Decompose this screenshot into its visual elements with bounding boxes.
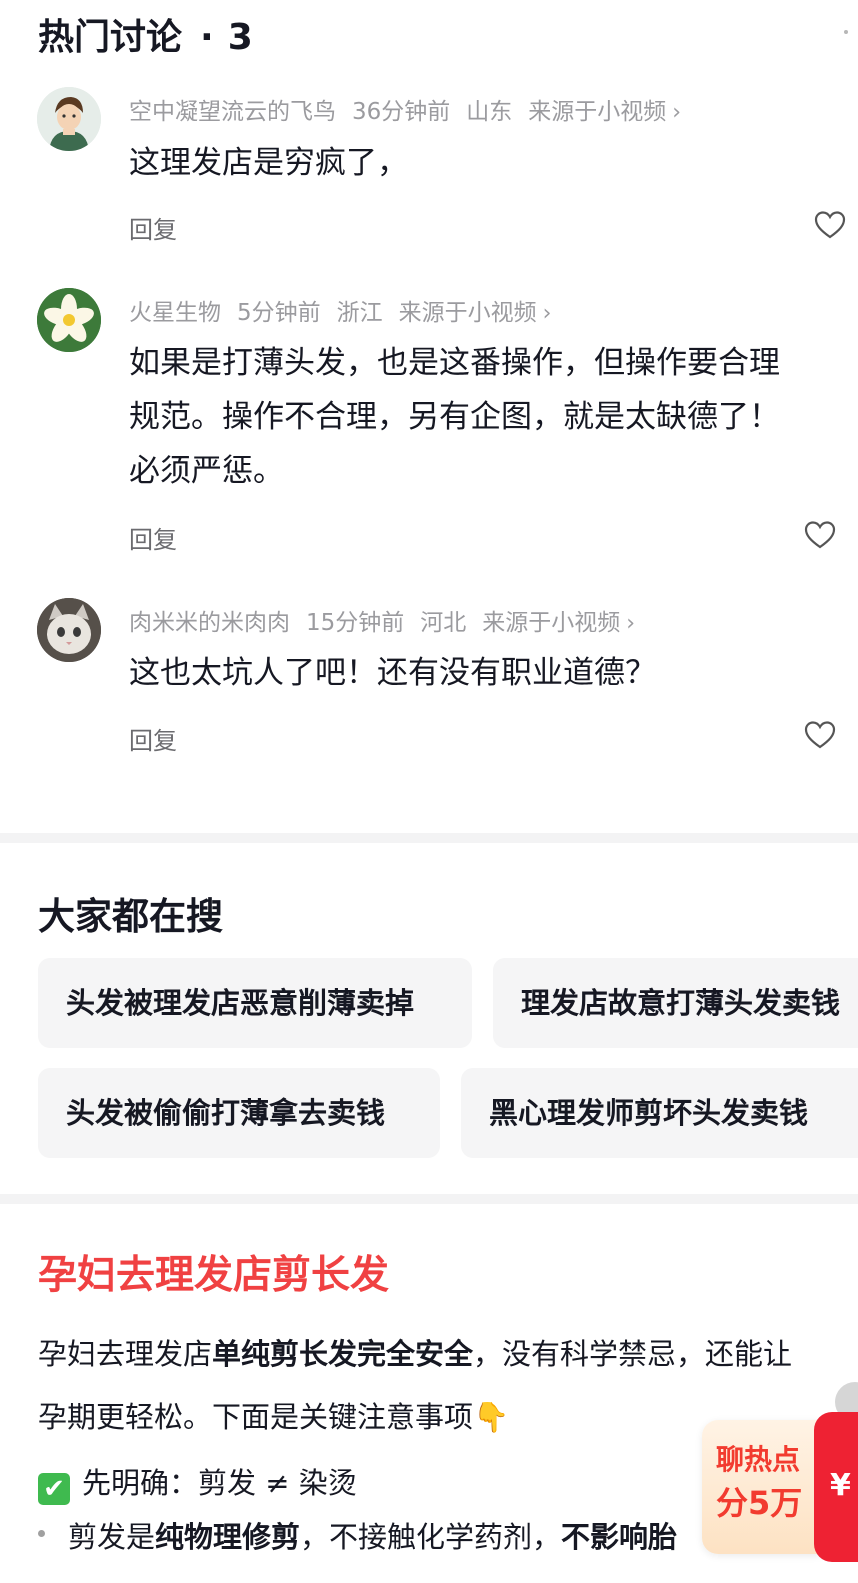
user-avatar[interactable] xyxy=(37,288,101,352)
reply-button[interactable]: 回复 xyxy=(129,520,177,555)
comment-line: 这理发店是穷疯了， xyxy=(129,145,408,181)
hot-discussion-label: 热门讨论 xyxy=(38,17,183,58)
hot-discussion-title: 热门讨论 · 3 xyxy=(38,8,253,60)
article-text: 剪发是 xyxy=(68,1520,156,1554)
comment-location: 浙江 xyxy=(336,300,383,326)
search-chip[interactable]: 头发被偷偷打薄拿去卖钱 xyxy=(38,1068,440,1158)
heart-icon[interactable] xyxy=(814,210,846,240)
article-paragraph: 孕期更轻松。下面是关键注意事项👇 xyxy=(38,1394,509,1436)
trending-search-title: 大家都在搜 xyxy=(38,895,223,938)
search-chip[interactable]: 理发店故意打薄头发卖钱 xyxy=(493,958,858,1048)
comment-time: 5分钟前 xyxy=(237,300,321,326)
chevron-right-icon[interactable]: › xyxy=(672,100,681,125)
hot-topic-reward-badge[interactable]: 聊热点 分5万 ¥ xyxy=(702,1412,858,1562)
chevron-right-icon[interactable]: › xyxy=(626,611,635,636)
article-paragraph: 剪发是纯物理修剪，不接触化学药剂，不影响胎 xyxy=(68,1514,677,1556)
article-text: ，没有科学禁忌，还能让 xyxy=(473,1337,793,1371)
flower-icon xyxy=(37,288,101,352)
chevron-right-icon[interactable]: › xyxy=(543,301,552,326)
check-mark-icon: ✔ xyxy=(38,1473,70,1505)
source-link[interactable]: 来源于小视频 xyxy=(528,99,666,125)
section-divider xyxy=(0,833,858,843)
comment-meta: 肉米米的米肉肉 15分钟前 河北 来源于小视频 › xyxy=(129,603,651,637)
heart-icon[interactable] xyxy=(804,720,836,750)
comment-meta: 空中凝望流云的飞鸟 36分钟前 山东 来源于小视频 › xyxy=(129,92,697,126)
username[interactable]: 火星生物 xyxy=(129,300,221,326)
yen-icon: ¥ xyxy=(830,1468,851,1503)
search-chip[interactable]: 黑心理发师剪坏头发卖钱 xyxy=(461,1068,858,1158)
reply-button[interactable]: 回复 xyxy=(129,210,177,245)
source-link[interactable]: 来源于小视频 xyxy=(482,610,620,636)
heart-icon[interactable] xyxy=(804,520,836,550)
scroll-indicator xyxy=(844,30,848,34)
comment-line: 这也太坑人了吧！还有没有职业道德？ xyxy=(129,655,656,691)
article-paragraph: ✔ 先明确：剪发 ≠ 染烫 xyxy=(38,1460,357,1505)
comment-time: 36分钟前 xyxy=(352,99,451,125)
article-text: 孕妇去理发店 xyxy=(38,1337,213,1371)
cat-icon xyxy=(37,598,101,662)
source-link[interactable]: 来源于小视频 xyxy=(399,300,537,326)
article-text: 先明确：剪发 ≠ 染烫 xyxy=(82,1466,357,1500)
badge-line2: 分5万 xyxy=(716,1484,803,1522)
comment-text: 这理发店是穷疯了， xyxy=(129,136,858,190)
article-bold-text: 单纯剪长发完全安全 xyxy=(212,1337,474,1371)
title-separator: · xyxy=(200,17,214,58)
article-title[interactable]: 孕妇去理发店剪长发 xyxy=(38,1244,389,1300)
article-bold-text: 不影响胎 xyxy=(561,1520,678,1554)
comment-text: 这也太坑人了吧！还有没有职业道德？ xyxy=(129,646,858,700)
reply-button[interactable]: 回复 xyxy=(129,721,177,756)
search-chip[interactable]: 头发被理发店恶意削薄卖掉 xyxy=(38,958,472,1048)
user-avatar[interactable] xyxy=(37,598,101,662)
comment-time: 15分钟前 xyxy=(306,610,405,636)
badge-line1: 聊热点 xyxy=(716,1443,801,1476)
article-paragraph: 孕妇去理发店单纯剪长发完全安全，没有科学禁忌，还能让 xyxy=(38,1331,792,1373)
cartoon-boy-icon xyxy=(37,87,101,151)
user-avatar[interactable] xyxy=(37,87,101,151)
article-text: ，不接触化学药剂， xyxy=(300,1520,562,1554)
article-text: 孕期更轻松。下面是关键注意事项 xyxy=(38,1400,474,1434)
comment-count: 3 xyxy=(227,17,253,58)
comment-line: 规范。操作不合理，另有企图，就是太缺德了！ xyxy=(129,399,780,435)
comment-line: 必须严惩。 xyxy=(129,453,284,489)
comment-text: 如果是打薄头发，也是这番操作，但操作要合理 规范。操作不合理，另有企图，就是太缺… xyxy=(129,336,858,498)
bullet-icon xyxy=(38,1530,45,1537)
section-divider xyxy=(0,1194,858,1204)
comment-location: 山东 xyxy=(466,99,513,125)
comment-location: 河北 xyxy=(420,610,467,636)
comment-line: 如果是打薄头发，也是这番操作，但操作要合理 xyxy=(129,345,780,381)
pointing-down-icon: 👇 xyxy=(473,1400,510,1434)
comment-meta: 火星生物 5分钟前 浙江 来源于小视频 › xyxy=(129,293,567,327)
username[interactable]: 肉米米的米肉肉 xyxy=(129,610,290,636)
article-bold-text: 纯物理修剪 xyxy=(155,1520,301,1554)
username[interactable]: 空中凝望流云的飞鸟 xyxy=(129,99,336,125)
